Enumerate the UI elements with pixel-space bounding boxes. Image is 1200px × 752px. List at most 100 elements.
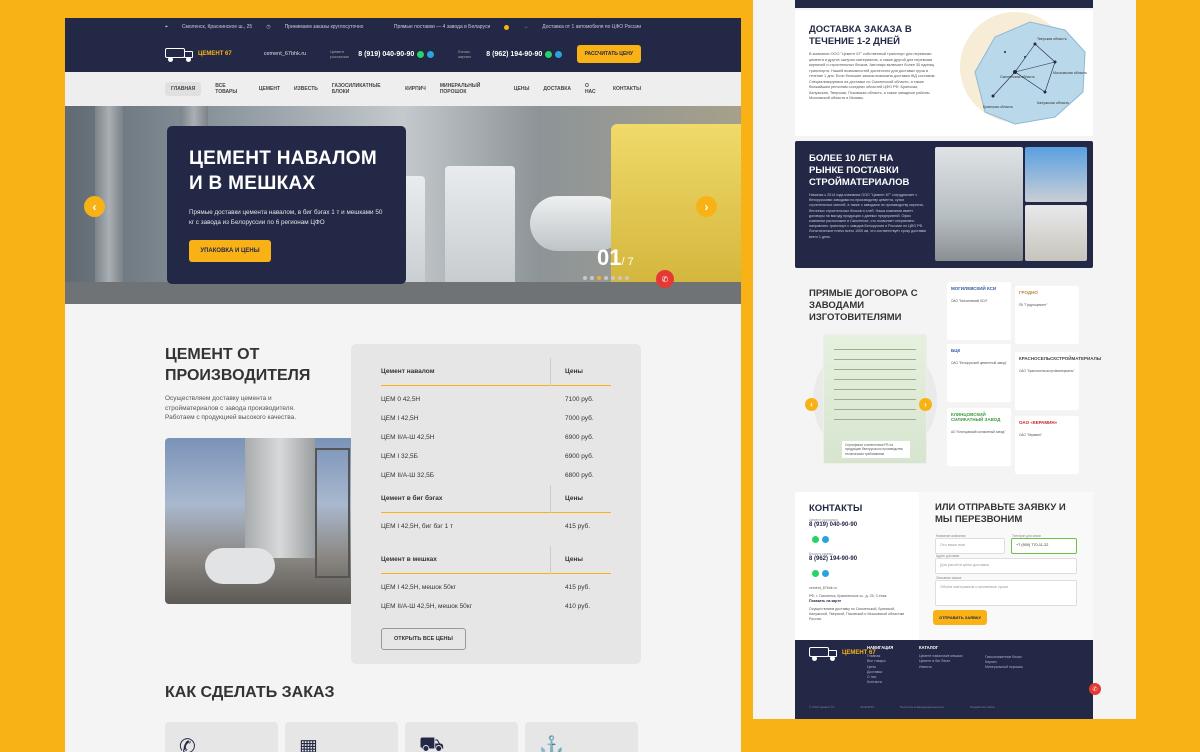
price-group-head: Цемент навалом Цены [381,357,611,386]
nav-item-prices[interactable]: ЦЕНЫ [514,86,530,92]
nav-item-cement[interactable]: ЦЕМЕНТ [259,86,280,92]
slider-next-button[interactable]: › [696,196,717,217]
header-email[interactable]: cement_67bhk.ru [264,51,307,57]
contacts-phone-2[interactable]: 8 (962) 194-90-90 [809,556,905,562]
whatsapp-icon[interactable] [812,570,819,577]
contacts-phone-1[interactable]: 8 (919) 040-90-90 [809,522,905,528]
experience-text: Начиная с 2014 года компания ООО "Цемент… [809,193,927,239]
chevron-left-icon: ‹ [92,199,97,214]
map-label-bryansk: Брянская область [983,105,1013,109]
carousel-next-button[interactable]: › [919,398,932,411]
telegram-icon[interactable] [822,536,829,543]
callback-form: ИЛИ ОТПРАВЬТЕ ЗАЯВКУ И МЫ ПЕРЕЗВОНИМ Наз… [919,492,1093,640]
order-steps: ✆ ▦ ⛟ ⚓ [165,722,638,752]
nav-item-delivery[interactable]: ДОСТАВКА [543,86,571,92]
slider-dot-active[interactable] [597,276,601,280]
slider-dot[interactable] [618,276,622,280]
slider-dot[interactable] [625,276,629,280]
logo-text: ЦЕМЕНТ 67 [198,51,232,57]
address-input[interactable]: Адрес доставки Для расчёта цены доставки [935,554,1077,574]
nav-item-about[interactable]: О НАС [585,83,599,95]
footer-logo[interactable]: ЦЕМЕНТ 67 [809,645,876,661]
logo-card: МОГИЛЕВСКИЙ КСИ ОАО "Могилевский КСИ" [947,282,1011,340]
footer-catalog-2: Газосиликатные блоки Кирпич Минеральный … [985,655,1023,671]
slider-dot[interactable] [583,276,587,280]
calculator-icon: ▦ [299,736,318,752]
logo-card: КЛИНЦОВСКИЙ СИЛИКАТНЫЙ ЗАВОД АО "Клинцовс… [947,408,1011,466]
map-label-smolensk: Смоленская область [1000,75,1035,79]
footer-link[interactable]: Известь [919,665,963,670]
packaging-prices-button[interactable]: УПАКОВКА И ЦЕНЫ [189,240,271,262]
whatsapp-icon[interactable] [812,536,819,543]
open-all-prices-button[interactable]: ОТКРЫТЬ ВСЕ ЦЕНЫ [381,628,466,650]
send-request-button[interactable]: ОТПРАВИТЬ ЗАЯВКУ [933,610,987,625]
footer-catalog: КАТАЛОГ Цемент навалом/в мешках Цемент в… [919,645,963,670]
experience-section: БОЛЕЕ 10 ЛЕТ НА РЫНКЕ ПОСТАВКИ СТРОЙМАТЕ… [795,141,1093,268]
inn-text: ИНН/КПП [860,705,874,709]
phone2-label: Блоки, кирпич [458,49,471,59]
phone-input[interactable]: Телефон для связи +7 (900) 770-11-22 [1011,534,1077,554]
header-phone-1[interactable]: 8 (919) 040-90-90 [358,51,414,58]
footer-nav-head: НАВИГАЦИЯ [867,645,894,650]
footer-nav: НАВИГАЦИЯ Главная Все товары Цены Достав… [867,645,893,685]
slider-dot[interactable] [611,276,615,280]
supply-text: Прямые поставки — 4 завода в Беларуси [393,24,491,30]
address-text: Смоленск, Краснинское ш., 25 [181,24,253,30]
contacts-email[interactable]: cement_67bhk.ru [809,586,905,591]
nav-item-mineral-powder[interactable]: МИНЕРАЛЬНЫЙ ПОРОШОК [440,83,500,95]
chevron-right-icon: › [924,400,927,409]
clock-icon: ◷ [266,24,271,30]
nav-item-blocks[interactable]: ГАЗОСИЛИКАТНЫЕ БЛОКИ [332,83,391,95]
price-row: ЦЕМ II/А-Ш 42,5Н 6900 руб. [381,434,594,441]
nav-item-home[interactable]: ГЛАВНАЯ [165,82,202,96]
slider-dot[interactable] [590,276,594,280]
price-row: ЦЕМ II/А-Ш 32,5Б 6800 руб. [381,472,594,479]
slider-dot[interactable] [604,276,608,280]
header-phone-2[interactable]: 8 (962) 194-90-90 [486,51,542,58]
hours-text: Принимаем заказы круглосуточно [284,24,364,30]
callback-phone-icon[interactable]: ✆ [1089,683,1101,695]
price-row: ЦЕМ 0 42,5Н 7100 руб. [381,396,594,403]
map-label-kaluga: Калужская область [1037,101,1069,105]
name-input[interactable]: Название компании Ото ваше имя [935,534,1005,554]
footer-link[interactable]: Минеральный порошок [985,665,1023,670]
phone-call-icon: ✆ [179,736,196,752]
comment-input[interactable]: Описание заказа Объём материалов и желаем… [935,576,1077,606]
nav-item-contacts[interactable]: КОНТАКТЫ [613,86,641,92]
step-card: ⚓ [525,722,638,752]
privacy-link[interactable]: Политика конфиденциальности [900,705,944,709]
price-row: ЦЕМ II/А-Ш 42,5Н, мешок 50кг 410 руб. [381,603,591,610]
contracts-section: ПРЯМЫЕ ДОГОВОРА С ЗАВОДАМИ ИЗГОТОВИТЕЛЯМ… [795,278,1101,474]
site-logo[interactable]: ЦЕМЕНТ 67 [165,46,232,62]
hero-card: ЦЕМЕНТ НАВАЛОМ И В МЕШКАХ Прямые доставки… [167,126,406,284]
certificate-image[interactable]: Сертификат соответствия РБ на продукцию … [823,334,927,464]
nav-item-lime[interactable]: ИЗВЕСТЬ [294,86,318,92]
price-table: Цемент навалом Цены ЦЕМ 0 42,5Н 7100 руб. … [351,344,641,664]
whatsapp-icon[interactable] [417,50,425,58]
callback-phone-icon[interactable]: ✆ [656,270,674,288]
carousel-prev-button[interactable]: ‹ [805,398,818,411]
about-section: ЦЕМЕНТ ОТ ПРОИЗВОДИТЕЛЯ Осуществляем дос… [65,324,741,752]
location-icon: ⌖ [165,24,168,30]
phone1-label: Цемент россыпью [330,49,349,59]
nav-item-all-products[interactable]: ВСЕ ТОВАРЫ [215,83,245,95]
hero-title: ЦЕМЕНТ НАВАЛОМ И В МЕШКАХ [189,148,377,194]
chevron-right-icon: › [704,199,709,214]
about-text: Осуществляем доставку цемента и строймат… [165,395,297,421]
telegram-icon[interactable] [822,570,829,577]
copyright-text: © 2024 Цемент 67 [809,705,835,709]
contacts-card: КОНТАКТЫ Цемент россыпью 8 (919) 040-90-… [795,492,919,640]
show-on-map-link[interactable]: Показать на карте [809,599,905,604]
calc-price-button[interactable]: РАССЧИТАТЬ ЦЕНУ [576,45,641,63]
step-card: ⛟ [405,722,518,752]
telegram-icon[interactable] [555,50,563,58]
footer-link[interactable]: Контакты [867,680,893,685]
whatsapp-icon[interactable] [545,50,553,58]
telegram-icon[interactable] [427,50,435,58]
logo-card: БЦК ОАО "Белорусский цементный завод" [947,344,1011,402]
slider-prev-button[interactable]: ‹ [84,196,105,217]
truck-front-icon: ⛟ [419,734,445,752]
nav-item-brick[interactable]: КИРПИЧ [405,86,426,92]
about-title: ЦЕМЕНТ ОТ ПРОИЗВОДИТЕЛЯ [165,346,311,384]
developer-link[interactable]: Разработка сайта [970,705,995,709]
